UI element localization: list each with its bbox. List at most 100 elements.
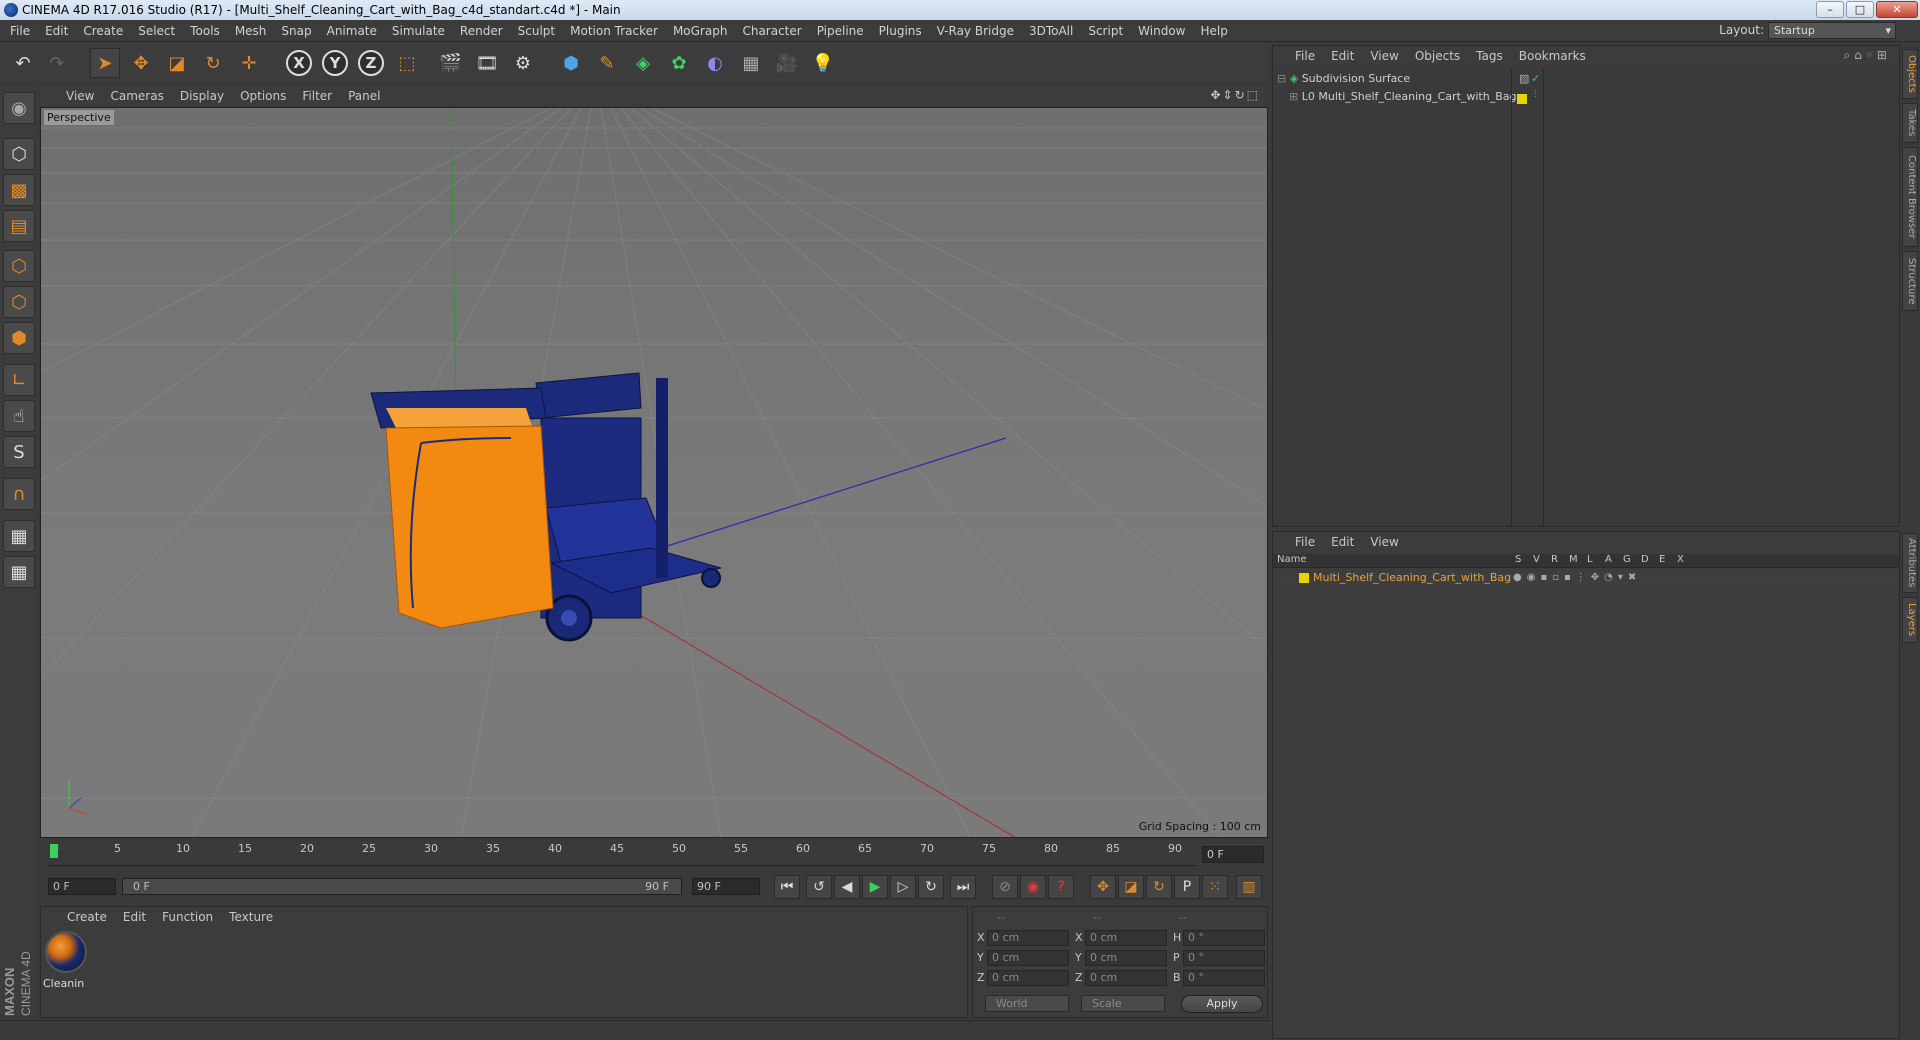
previous-frame-icon[interactable]: ◀ bbox=[834, 875, 860, 899]
tab-structure[interactable]: Structure bbox=[1902, 251, 1918, 311]
layer-menu-edit[interactable]: Edit bbox=[1331, 535, 1354, 549]
key-pla-icon[interactable]: ⁙ bbox=[1202, 875, 1228, 899]
menu-file[interactable]: File bbox=[10, 24, 30, 38]
viewport-menu-view[interactable]: View bbox=[66, 89, 94, 103]
light-icon[interactable]: 💡 bbox=[808, 48, 838, 78]
move-tool-icon[interactable]: ✥ bbox=[126, 48, 156, 78]
minimize-button[interactable]: – bbox=[1816, 1, 1844, 18]
render-picture-viewer-icon[interactable]: 🎞 bbox=[472, 48, 502, 78]
menu-plugins[interactable]: Plugins bbox=[879, 24, 922, 38]
points-mode-icon[interactable]: ⬡ bbox=[3, 250, 35, 282]
menu-character[interactable]: Character bbox=[742, 24, 801, 38]
viewport-menu-display[interactable]: Display bbox=[180, 89, 224, 103]
menu-mesh[interactable]: Mesh bbox=[235, 24, 267, 38]
previous-key-icon[interactable]: ↺ bbox=[806, 875, 832, 899]
rotation-h-field[interactable]: 0 ° bbox=[1183, 930, 1265, 946]
menu-motion-tracker[interactable]: Motion Tracker bbox=[570, 24, 658, 38]
material-swatch[interactable] bbox=[45, 931, 87, 973]
make-editable-icon[interactable]: ◉ bbox=[3, 92, 35, 124]
render-view-icon[interactable]: 🎬 bbox=[436, 48, 466, 78]
rotate-tool-icon[interactable]: ↻ bbox=[198, 48, 228, 78]
menu-3dtoall[interactable]: 3DToAll bbox=[1029, 24, 1073, 38]
tab-content-browser[interactable]: Content Browser bbox=[1902, 147, 1918, 247]
menu-vray-bridge[interactable]: V-Ray Bridge bbox=[937, 24, 1014, 38]
size-y-field[interactable]: 0 cm bbox=[1085, 950, 1167, 966]
rotation-b-field[interactable]: 0 ° bbox=[1183, 970, 1265, 986]
viewport-menu-panel[interactable]: Panel bbox=[348, 89, 380, 103]
model-mode-icon[interactable]: ⬡ bbox=[3, 138, 35, 170]
next-frame-icon[interactable]: ▷ bbox=[890, 875, 916, 899]
material-name[interactable]: Cleanin bbox=[43, 977, 89, 990]
snap-icon[interactable]: S bbox=[3, 436, 35, 468]
object-menu-edit[interactable]: Edit bbox=[1331, 49, 1354, 63]
magnet-icon[interactable]: ∩ bbox=[3, 478, 35, 510]
tab-layers[interactable]: Layers bbox=[1902, 597, 1918, 643]
object-panel-search-icons[interactable]: ⌕⌂◦⊞ bbox=[1844, 48, 1891, 63]
menu-mograph[interactable]: MoGraph bbox=[673, 24, 728, 38]
render-settings-icon[interactable]: ⚙ bbox=[508, 48, 538, 78]
layer-color-swatch[interactable] bbox=[1299, 573, 1309, 583]
object-menu-bookmarks[interactable]: Bookmarks bbox=[1519, 49, 1586, 63]
coordinate-mode-dropdown[interactable]: World bbox=[985, 995, 1069, 1012]
key-scale-icon[interactable]: ◪ bbox=[1118, 875, 1144, 899]
layer-name[interactable]: Multi_Shelf_Cleaning_Cart_with_Bag bbox=[1313, 570, 1511, 586]
workplane-mode-icon[interactable]: ▤ bbox=[3, 210, 35, 242]
column-divider[interactable] bbox=[1511, 68, 1512, 526]
play-icon[interactable]: ▶ bbox=[862, 875, 888, 899]
material-menu-create[interactable]: Create bbox=[67, 910, 107, 924]
visibility-dots-icon[interactable]: ⋮ bbox=[1531, 89, 1540, 99]
position-x-field[interactable]: 0 cm bbox=[987, 930, 1069, 946]
tweak-mode-icon[interactable]: ☝ bbox=[3, 400, 35, 432]
x-axis-lock-icon[interactable]: X bbox=[284, 48, 314, 78]
menu-create[interactable]: Create bbox=[83, 24, 123, 38]
edges-mode-icon[interactable]: ⬡ bbox=[3, 286, 35, 318]
end-frame-field[interactable]: 90 F bbox=[692, 878, 760, 895]
motion-path-icon[interactable]: ⊘ bbox=[992, 875, 1018, 899]
object-menu-view[interactable]: View bbox=[1370, 49, 1398, 63]
recent-tool-icon[interactable]: ✛ bbox=[234, 48, 264, 78]
layout-select[interactable]: Startup ▾ bbox=[1768, 22, 1896, 39]
material-menu-texture[interactable]: Texture bbox=[229, 910, 273, 924]
collapse-icon[interactable]: ⊟ bbox=[1277, 72, 1286, 85]
layer-menu-view[interactable]: View bbox=[1370, 535, 1398, 549]
record-keyframe-icon[interactable]: ◉ bbox=[1020, 875, 1046, 899]
viewport-camera-label[interactable]: Perspective bbox=[44, 110, 114, 125]
viewport-menu-options[interactable]: Options bbox=[240, 89, 286, 103]
layer-row[interactable]: Multi_Shelf_Cleaning_Cart_with_Bag ●◉▪▫▪… bbox=[1273, 570, 1899, 586]
timeline-window-icon[interactable]: ▥ bbox=[1236, 875, 1262, 899]
y-axis-lock-icon[interactable]: Y bbox=[320, 48, 350, 78]
cleaning-cart-model[interactable] bbox=[370, 372, 722, 642]
redo-icon[interactable]: ↷ bbox=[42, 48, 72, 78]
position-z-field[interactable]: 0 cm bbox=[987, 970, 1069, 986]
tab-attributes[interactable]: Attributes bbox=[1902, 533, 1918, 593]
timeline-ruler[interactable]: 0 5 10 15 20 25 30 35 40 45 50 55 60 65 … bbox=[48, 842, 1196, 866]
enabled-check-icon[interactable]: ✓ bbox=[1531, 72, 1540, 85]
menu-tools[interactable]: Tools bbox=[190, 24, 220, 38]
menu-sculpt[interactable]: Sculpt bbox=[518, 24, 555, 38]
object-menu-file[interactable]: File bbox=[1295, 49, 1315, 63]
object-row-cart[interactable]: ⊞ L0 Multi_Shelf_Cleaning_Cart_with_Bag bbox=[1289, 88, 1517, 106]
subdivision-surface-icon[interactable]: ◈ bbox=[628, 48, 658, 78]
planar-workplane-icon[interactable]: ▦ bbox=[3, 556, 35, 588]
expand-icon[interactable]: ⊞ bbox=[1289, 90, 1298, 103]
key-rotation-icon[interactable]: ↻ bbox=[1146, 875, 1172, 899]
tab-objects[interactable]: Objects bbox=[1902, 49, 1918, 99]
undo-icon[interactable]: ↶ bbox=[8, 48, 38, 78]
menu-animate[interactable]: Animate bbox=[327, 24, 377, 38]
playhead[interactable] bbox=[50, 844, 58, 858]
object-row-subdivision-surface[interactable]: ⊟ ◈ Subdivision Surface bbox=[1277, 70, 1410, 88]
cloner-icon[interactable]: ✿ bbox=[664, 48, 694, 78]
viewport-menu-filter[interactable]: Filter bbox=[302, 89, 332, 103]
texture-mode-icon[interactable]: ▩ bbox=[3, 174, 35, 206]
viewport-menu-cameras[interactable]: Cameras bbox=[110, 89, 163, 103]
apply-button[interactable]: Apply bbox=[1181, 995, 1263, 1013]
deformer-icon[interactable]: ◐ bbox=[700, 48, 730, 78]
key-parameter-icon[interactable]: P bbox=[1174, 875, 1200, 899]
layer-toggle-icons[interactable]: ●◉▪▫▪⋮✥◔▾✖ bbox=[1513, 570, 1641, 586]
start-frame-field[interactable]: 0 F bbox=[48, 878, 116, 895]
menu-snap[interactable]: Snap bbox=[281, 24, 311, 38]
3d-viewport[interactable]: Perspective Grid Spacing : 100 cm bbox=[40, 107, 1268, 838]
visibility-toggle-icon[interactable]: ▧ bbox=[1519, 72, 1529, 85]
maximize-button[interactable]: □ bbox=[1846, 1, 1874, 18]
axis-mode-icon[interactable]: ∟ bbox=[3, 364, 35, 396]
